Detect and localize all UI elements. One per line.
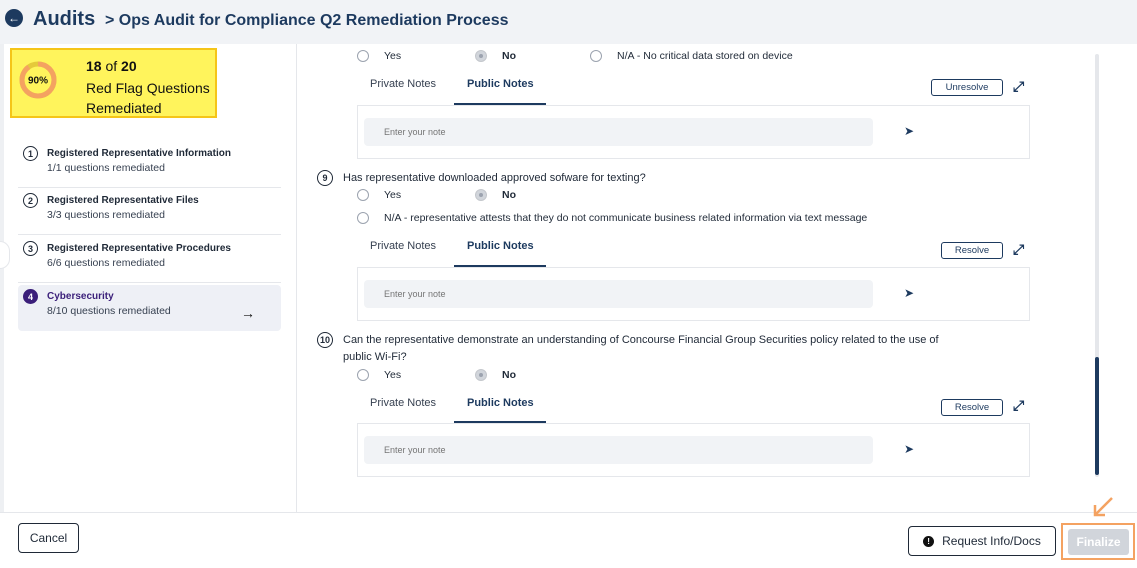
option-label: Yes: [384, 50, 402, 62]
footer-bar: Cancel ! Request Info/Docs Finalize: [0, 512, 1137, 568]
radio-yes[interactable]: [357, 189, 369, 201]
option-label: N/A - representative attests that they d…: [384, 212, 868, 224]
radio-no[interactable]: [475, 50, 487, 62]
step-subtitle: 6/6 questions remediated: [47, 257, 165, 269]
step-item-4[interactable]: 4 Cybersecurity 8/10 questions remediate…: [18, 285, 281, 331]
note-box: ➤: [357, 105, 1030, 159]
question-number: 9: [317, 170, 333, 186]
step-title: Cybersecurity: [47, 291, 114, 302]
step-number: 2: [23, 193, 38, 208]
option-label: No: [502, 189, 516, 201]
finalize-button[interactable]: Finalize: [1068, 529, 1129, 555]
tab-private-notes[interactable]: Private Notes: [370, 78, 436, 90]
back-arrow-icon[interactable]: ←: [5, 9, 23, 27]
request-info-label: Request Info/Docs: [942, 534, 1041, 548]
page-header: ← Audits > Ops Audit for Compliance Q2 R…: [0, 0, 1137, 44]
expand-icon[interactable]: ⤢: [1013, 397, 1024, 414]
step-title: Registered Representative Files: [47, 195, 199, 206]
sidebar: 90% 18 of 20 Red Flag Questions Remediat…: [4, 44, 297, 512]
tab-public-notes[interactable]: Public Notes: [467, 397, 534, 409]
request-info-button[interactable]: ! Request Info/Docs: [908, 526, 1056, 556]
send-icon[interactable]: ➤: [904, 442, 914, 456]
radio-yes[interactable]: [357, 50, 369, 62]
expand-icon[interactable]: ⤢: [1013, 241, 1024, 258]
tab-public-notes[interactable]: Public Notes: [467, 240, 534, 252]
step-subtitle: 8/10 questions remediated: [47, 305, 171, 317]
resolve-button[interactable]: Resolve: [941, 242, 1003, 259]
scrollbar-thumb[interactable]: [1095, 357, 1099, 475]
resolve-button[interactable]: Resolve: [941, 399, 1003, 416]
page-title: Audits: [33, 8, 96, 30]
note-box: ➤: [357, 267, 1030, 321]
option-label: Yes: [384, 369, 402, 381]
info-icon: !: [923, 535, 935, 547]
send-icon[interactable]: ➤: [904, 286, 914, 300]
step-item-3[interactable]: 3 Registered Representative Procedures 6…: [18, 237, 281, 283]
radio-yes[interactable]: [357, 369, 369, 381]
option-label: Yes: [384, 189, 402, 201]
question-number: 10: [317, 332, 333, 348]
step-number: 1: [23, 146, 38, 161]
step-number: 4: [23, 289, 38, 304]
tab-private-notes[interactable]: Private Notes: [370, 240, 436, 252]
step-subtitle: 1/1 questions remediated: [47, 162, 165, 174]
question-text: Can the representative demonstrate an un…: [343, 334, 939, 363]
step-item-2[interactable]: 2 Registered Representative Files 3/3 qu…: [18, 189, 281, 235]
questions-panel: Yes No N/A - No critical data stored on …: [297, 44, 1137, 512]
send-icon[interactable]: ➤: [904, 124, 914, 138]
option-label: No: [502, 50, 516, 62]
cancel-button[interactable]: Cancel: [18, 523, 79, 553]
note-input[interactable]: [364, 280, 873, 308]
question-text: Has representative downloaded approved s…: [343, 172, 646, 184]
note-box: ➤: [357, 423, 1030, 477]
unresolve-button[interactable]: Unresolve: [931, 79, 1003, 96]
progress-card: 90% 18 of 20 Red Flag Questions Remediat…: [10, 48, 217, 118]
breadcrumb: > Ops Audit for Compliance Q2 Remediatio…: [105, 12, 509, 29]
expand-icon[interactable]: ⤢: [1013, 78, 1024, 95]
progress-label: Red Flag Questions Remediated: [86, 80, 210, 116]
step-item-1[interactable]: 1 Registered Representative Information …: [18, 142, 281, 188]
radio-na[interactable]: [590, 50, 602, 62]
step-subtitle: 3/3 questions remediated: [47, 209, 165, 221]
arrow-right-icon[interactable]: →: [241, 305, 255, 321]
tab-private-notes[interactable]: Private Notes: [370, 397, 436, 409]
option-label: No: [502, 369, 516, 381]
radio-no[interactable]: [475, 369, 487, 381]
note-input[interactable]: [364, 436, 873, 464]
finalize-highlight: Finalize: [1061, 523, 1135, 560]
tab-public-notes[interactable]: Public Notes: [467, 78, 534, 90]
radio-na[interactable]: [357, 212, 369, 224]
step-title: Registered Representative Information: [47, 148, 231, 159]
progress-ring: 90%: [19, 61, 57, 99]
step-number: 3: [23, 241, 38, 256]
pointer-arrow-icon: [1093, 497, 1113, 517]
step-title: Registered Representative Procedures: [47, 243, 231, 254]
note-input[interactable]: [364, 118, 873, 146]
option-label: N/A - No critical data stored on device: [617, 50, 793, 62]
radio-no[interactable]: [475, 189, 487, 201]
progress-percent: 90%: [28, 76, 48, 87]
progress-count: 18 of 20: [86, 58, 137, 74]
